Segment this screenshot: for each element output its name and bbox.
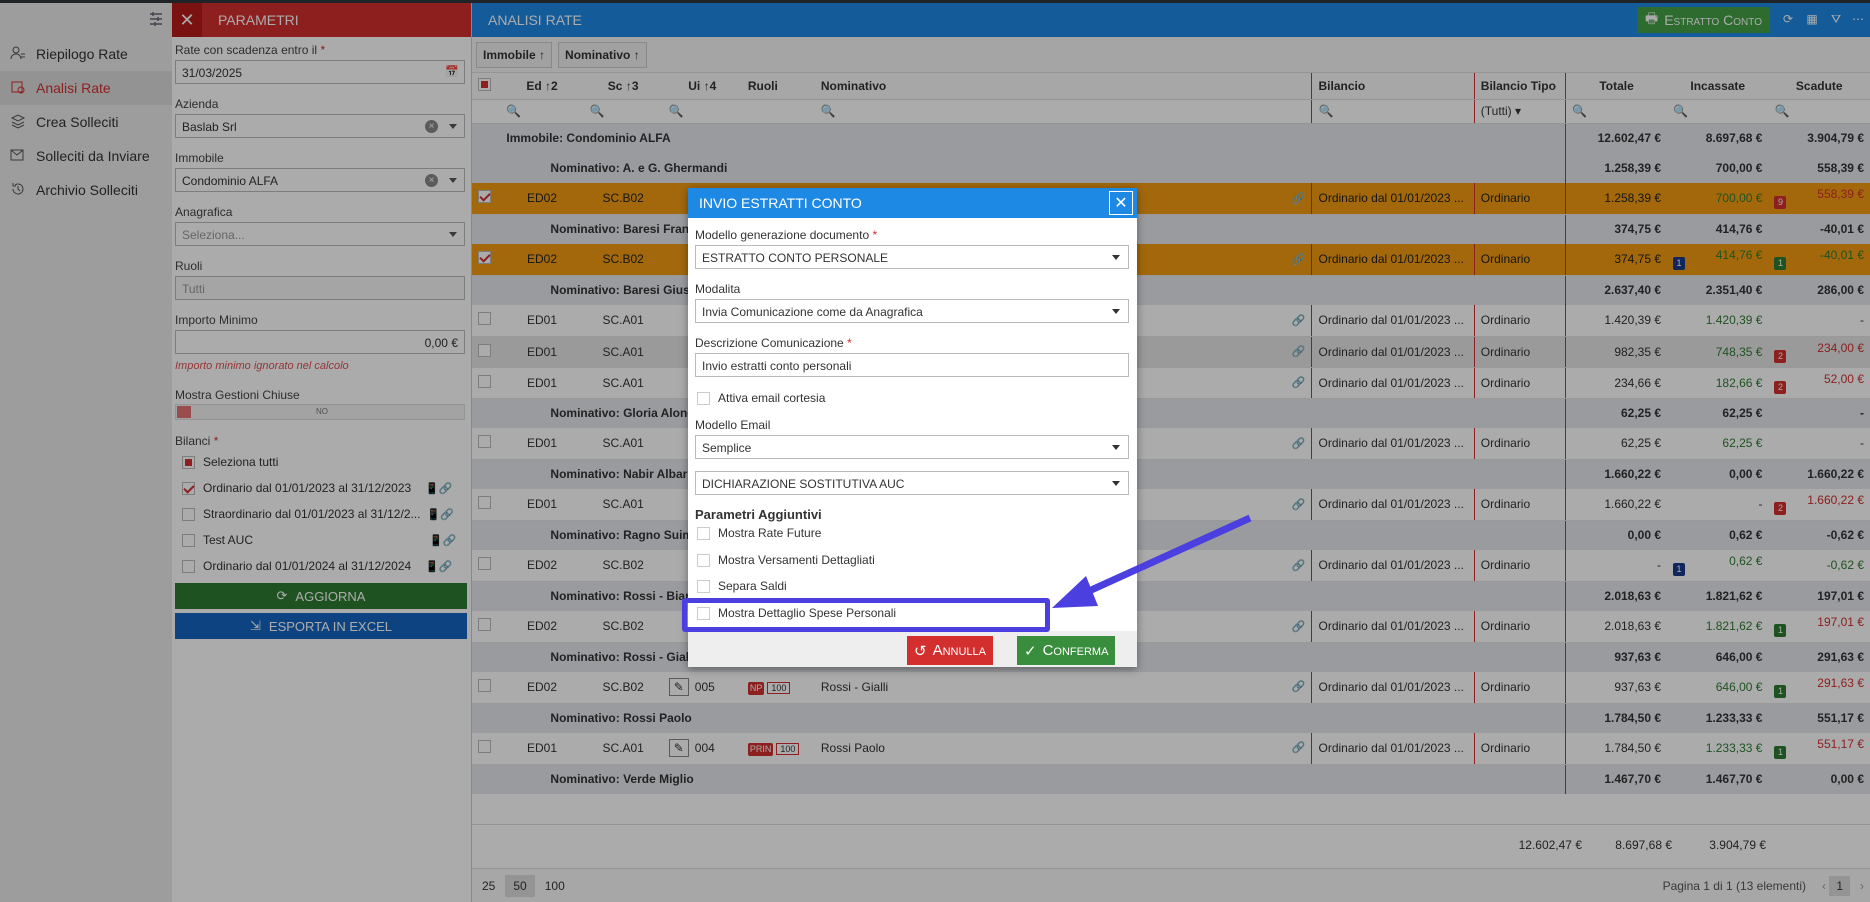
dialog-header: INVIO ESTRATTI CONTO ✕ [688,188,1137,218]
descrizione-input[interactable]: Invio estratti conto personali [695,353,1129,377]
email-cortesia-checkbox[interactable]: Attiva email cortesia [697,391,825,405]
modello-label: Modello generazione documento * [695,228,878,242]
dialog-footer: ↺ Annulla ✓ Conferma [688,631,1137,667]
descrizione-label: Descrizione Comunicazione * [695,336,852,350]
dichiarazione-select[interactable]: DICHIARAZIONE SOSTITUTIVA AUC [695,471,1129,495]
parametri-aggiuntivi-title: Parametri Aggiuntivi [695,507,822,522]
close-dialog-button[interactable]: ✕ [1109,191,1133,215]
chevron-down-icon [1112,255,1120,260]
undo-icon: ↺ [914,642,927,660]
chevron-down-icon [1112,481,1120,486]
conferma-button[interactable]: ✓ Conferma [1017,636,1116,665]
modello-email-label: Modello Email [695,418,771,432]
modello-select[interactable]: ESTRATTO CONTO PERSONALE [695,245,1129,269]
separa-saldi-checkbox[interactable]: Separa Saldi [697,579,787,593]
highlight-box [682,598,1050,632]
modalita-label: Modalita [695,282,741,296]
rate-future-checkbox[interactable]: Mostra Rate Future [697,526,821,540]
annotation-arrow-icon [1052,514,1252,608]
dialog-title: INVIO ESTRATTI CONTO [699,195,862,211]
versamenti-dettagliati-checkbox[interactable]: Mostra Versamenti Dettagliati [697,553,875,567]
modello-email-select[interactable]: Semplice [695,435,1129,459]
check-icon: ✓ [1024,642,1037,660]
chevron-down-icon [1112,445,1120,450]
chevron-down-icon [1112,309,1120,314]
annulla-button[interactable]: ↺ Annulla [907,636,993,665]
modalita-select[interactable]: Invia Comunicazione come da Anagrafica [695,299,1129,323]
